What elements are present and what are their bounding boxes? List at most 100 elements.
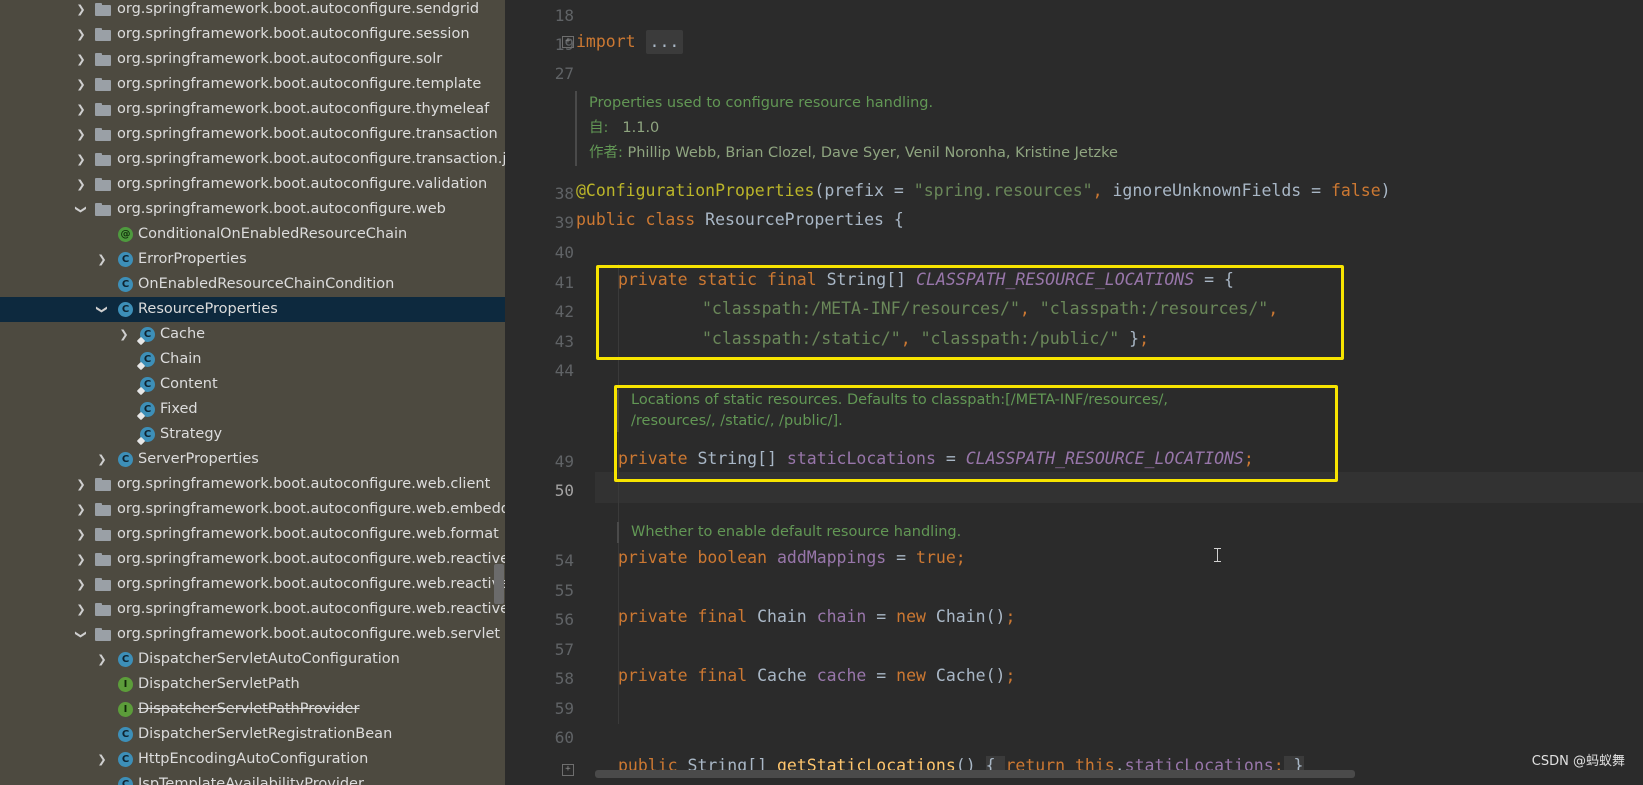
tree-item-label: DispatcherServletPath: [138, 676, 300, 692]
mappings-javadoc: Whether to enable default resource handl…: [617, 522, 961, 543]
folder-icon: [95, 103, 111, 116]
tree-package-row[interactable]: ❯ org.springframework.boot.autoconfigure.…: [0, 197, 505, 222]
tree-class-row[interactable]: I DispatcherServletPathProvider: [0, 697, 505, 722]
tree-package-row[interactable]: ❯ org.springframework.boot.autoconfigure.…: [0, 97, 505, 122]
folder-icon: [95, 603, 111, 616]
tree-class-row[interactable]: C OnEnabledResourceChainCondition: [0, 272, 505, 297]
class-declaration-line: public class ResourceProperties {: [576, 210, 904, 229]
chevron-right-icon[interactable]: ❯: [74, 22, 88, 47]
tree-item-label: org.springframework.boot.autoconfigure.t…: [117, 151, 505, 167]
tree-package-row[interactable]: ❯ org.springframework.boot.autoconfigure.…: [0, 597, 505, 622]
tree-item-label: org.springframework.boot.autoconfigure.t…: [117, 126, 498, 142]
chevron-down-icon[interactable]: ❯: [69, 628, 94, 642]
chevron-right-icon[interactable]: ❯: [74, 572, 88, 597]
tree-package-row[interactable]: ❯ org.springframework.boot.autoconfigure.…: [0, 172, 505, 197]
line-number: 38: [554, 184, 574, 203]
tree-item-label: Cache: [160, 326, 206, 342]
line-number: 54: [554, 551, 574, 570]
tree-class-row[interactable]: ❯ C Cache: [0, 322, 505, 347]
annotation-icon: @: [118, 227, 133, 242]
chevron-right-icon[interactable]: ❯: [74, 172, 88, 197]
chevron-right-icon[interactable]: ❯: [117, 322, 131, 347]
chevron-down-icon[interactable]: ❯: [90, 303, 115, 317]
tree-class-row[interactable]: ❯ C ErrorProperties: [0, 247, 505, 272]
tree-class-row[interactable]: C Chain: [0, 347, 505, 372]
line-number: 18: [554, 6, 574, 25]
chevron-right-icon[interactable]: ❯: [95, 747, 109, 772]
add-mappings-line: private boolean addMappings = true;: [618, 548, 966, 567]
tree-package-row[interactable]: ❯ org.springframework.boot.autoconfigure.…: [0, 122, 505, 147]
folder-icon: [95, 503, 111, 516]
chevron-right-icon[interactable]: ❯: [74, 47, 88, 72]
tree-class-row[interactable]: ❯ C HttpEncodingAutoConfiguration: [0, 747, 505, 772]
chevron-right-icon[interactable]: ❯: [74, 547, 88, 572]
tree-package-row[interactable]: ❯ org.springframework.boot.autoconfigure.…: [0, 522, 505, 547]
tree-package-row[interactable]: ❯ org.springframework.boot.autoconfigure.…: [0, 622, 505, 647]
tree-class-row[interactable]: C DispatcherServletRegistrationBean: [0, 722, 505, 747]
chevron-right-icon[interactable]: ❯: [74, 122, 88, 147]
tree-package-row[interactable]: ❯ org.springframework.boot.autoconfigure.…: [0, 72, 505, 97]
tree-class-row[interactable]: C Fixed: [0, 397, 505, 422]
tree-item-label: DispatcherServletAutoConfiguration: [138, 651, 400, 667]
chevron-right-icon[interactable]: ❯: [74, 72, 88, 97]
line-number: 39: [554, 213, 574, 232]
tree-package-row[interactable]: ❯ org.springframework.boot.autoconfigure.…: [0, 572, 505, 597]
tree-class-row[interactable]: I DispatcherServletPath: [0, 672, 505, 697]
fold-collapse-icon[interactable]: +: [562, 764, 574, 776]
code-editor[interactable]: 18 19 27 38 39 40 41 42 43 44 49 50 54 55 56 57 58 59 60 +…: [505, 0, 1643, 785]
collapsed-imports[interactable]: ...: [645, 30, 684, 54]
tree-class-row[interactable]: ❯ C ServerProperties: [0, 447, 505, 472]
folder-icon: [95, 553, 111, 566]
tree-package-row[interactable]: ❯ org.springframework.boot.autoconfigure.…: [0, 497, 505, 522]
import-line: import ...: [576, 26, 684, 57]
tree-item-label: Fixed: [160, 401, 198, 417]
chevron-right-icon[interactable]: ❯: [74, 0, 88, 22]
chevron-right-icon[interactable]: ❯: [74, 472, 88, 497]
project-tree[interactable]: ❯ org.springframework.boot.autoconfigure.…: [0, 0, 505, 785]
tree-class-row[interactable]: C JspTemplateAvailabilityProvider: [0, 772, 505, 785]
tree-class-row[interactable]: C Strategy: [0, 422, 505, 447]
class-icon: C: [118, 302, 133, 317]
chevron-right-icon[interactable]: ❯: [95, 647, 109, 672]
tree-item-label: ConditionalOnEnabledResourceChain: [138, 226, 408, 242]
chevron-right-icon[interactable]: ❯: [95, 447, 109, 472]
tree-item-label: Strategy: [160, 426, 223, 442]
tree-item-label: org.springframework.boot.autoconfigure.w…: [117, 576, 505, 592]
folder-icon: [95, 578, 111, 591]
chevron-right-icon[interactable]: ❯: [74, 497, 88, 522]
inner-class-icon: C: [140, 327, 155, 342]
chevron-right-icon[interactable]: ❯: [74, 597, 88, 622]
line-number: 27: [554, 64, 574, 83]
chevron-right-icon[interactable]: ❯: [74, 97, 88, 122]
chevron-right-icon[interactable]: ❯: [74, 522, 88, 547]
tree-class-row[interactable]: C Content: [0, 372, 505, 397]
tree-package-row[interactable]: ❯ org.springframework.boot.autoconfigure.…: [0, 147, 505, 172]
tree-package-row[interactable]: ❯ org.springframework.boot.autoconfigure.…: [0, 22, 505, 47]
inner-class-icon: C: [140, 352, 155, 367]
highlight-box-static-locations: [614, 385, 1338, 482]
line-number: 58: [554, 669, 574, 688]
tree-class-row[interactable]: @ ConditionalOnEnabledResourceChain: [0, 222, 505, 247]
chevron-right-icon[interactable]: ❯: [95, 247, 109, 272]
since-label: 自:: [589, 120, 609, 136]
tree-item-label: org.springframework.boot.autoconfigure.v…: [117, 176, 488, 192]
chevron-right-icon[interactable]: ❯: [74, 147, 88, 172]
chevron-down-icon[interactable]: ❯: [69, 203, 94, 217]
tree-item-label: org.springframework.boot.autoconfigure.w…: [117, 626, 501, 642]
tree-item-label: ResourceProperties: [138, 301, 278, 317]
tree-scrollbar-thumb[interactable]: [494, 564, 504, 604]
tree-class-row[interactable]: ❯ C DispatcherServletAutoConfiguration: [0, 647, 505, 672]
tree-item-label: org.springframework.boot.autoconfigure.w…: [117, 601, 505, 617]
tree-package-row[interactable]: ❯ org.springframework.boot.autoconfigure.…: [0, 0, 505, 22]
tree-package-row[interactable]: ❯ org.springframework.boot.autoconfigure.…: [0, 547, 505, 572]
fold-expand-icon[interactable]: +: [562, 36, 574, 48]
tree-class-row[interactable]: ❯ C ResourceProperties: [0, 297, 505, 322]
horizontal-scrollbar[interactable]: [595, 770, 1355, 778]
class-doc-text: Properties used to configure resource ha…: [589, 95, 934, 111]
chain-field-line: private final Chain chain = new Chain();: [618, 607, 1016, 626]
tree-item-label: org.springframework.boot.autoconfigure.t…: [117, 101, 490, 117]
tree-package-row[interactable]: ❯ org.springframework.boot.autoconfigure.…: [0, 47, 505, 72]
tree-package-row[interactable]: ❯ org.springframework.boot.autoconfigure.…: [0, 472, 505, 497]
author-value: Phillip Webb, Brian Clozel, Dave Syer, V…: [627, 145, 1118, 161]
watermark: CSDN @蚂蚁舞: [1531, 754, 1625, 769]
